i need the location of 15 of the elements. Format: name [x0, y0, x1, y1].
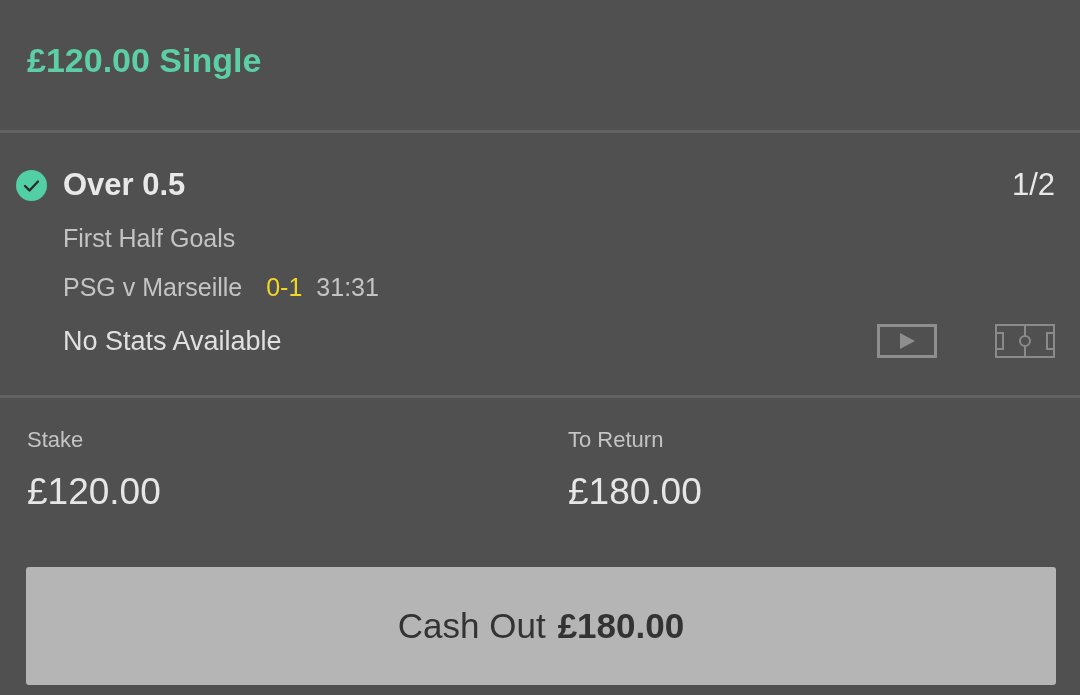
- market-name: First Half Goals: [63, 223, 236, 254]
- summary-value: £180.00: [568, 470, 702, 514]
- odds-text: 1/2: [1011, 166, 1055, 204]
- summary-value: £120.00: [27, 470, 161, 514]
- match-clock: 31:31: [316, 272, 379, 303]
- selection-name: Over 0.5: [63, 166, 186, 204]
- pitch-icon[interactable]: [995, 324, 1055, 358]
- summary-label: To Return: [568, 426, 664, 454]
- stats-text: No Stats Available: [63, 325, 282, 358]
- match-score: 0-1: [266, 272, 303, 303]
- match-name: PSG v Marseille: [63, 272, 243, 303]
- video-play-icon[interactable]: [877, 324, 937, 358]
- cash-out-button[interactable]: Cash Out £180.00: [26, 567, 1056, 685]
- summary-label: Stake: [27, 426, 84, 454]
- bet-title: £120.00 Single: [27, 40, 262, 81]
